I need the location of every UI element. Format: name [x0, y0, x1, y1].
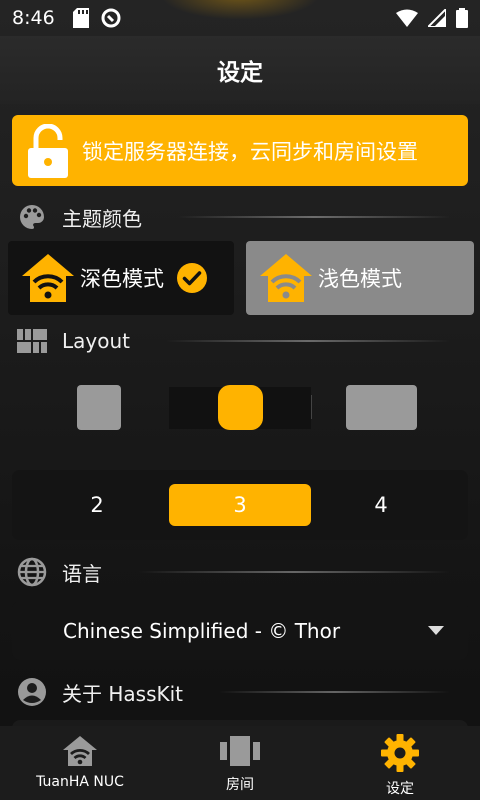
- theme-section-label: 主题颜色: [62, 206, 142, 231]
- house-wifi-icon: [258, 250, 314, 306]
- account-circle-icon: [16, 677, 48, 707]
- light-mode-option[interactable]: 浅色模式: [246, 241, 474, 315]
- about-section-header: 关于 HassKit: [16, 674, 468, 710]
- language-dropdown[interactable]: Chinese Simplified - © Thor: [12, 601, 468, 660]
- page-title: 设定: [0, 36, 480, 104]
- nav-item-home[interactable]: TuanHA NUC: [0, 726, 160, 800]
- about-section-label: 关于 HassKit: [62, 681, 184, 706]
- wifi-signal-icon: [396, 9, 418, 27]
- palette-icon: [16, 203, 48, 231]
- language-section-header: 语言: [16, 554, 468, 590]
- gear-icon: [381, 734, 419, 772]
- language-section-label: 语言: [62, 561, 102, 586]
- section-divider: [178, 216, 450, 218]
- battery-icon: [456, 8, 468, 28]
- column-option-2[interactable]: 2: [26, 484, 168, 526]
- lock-settings-button[interactable]: 锁定服务器连接，云同步和房间设置: [12, 115, 468, 186]
- section-divider: [138, 571, 450, 573]
- globe-icon: [16, 557, 48, 587]
- status-bar: 8:46: [0, 0, 480, 36]
- nav-label-rooms: 房间: [226, 777, 254, 793]
- lock-open-icon: [26, 123, 70, 178]
- nav-item-settings[interactable]: 设定: [320, 726, 480, 800]
- theme-section-header: 主题颜色: [16, 199, 468, 235]
- layout-section-label: Layout: [62, 329, 130, 353]
- dark-mode-label: 深色模式: [80, 267, 164, 291]
- house-wifi-icon: [20, 250, 76, 306]
- dropdown-arrow-icon: [428, 625, 444, 636]
- column-option-3[interactable]: 3: [169, 484, 311, 526]
- data-saver-icon: [101, 8, 121, 28]
- sd-card-icon: [72, 8, 89, 28]
- dark-mode-option[interactable]: 深色模式: [8, 241, 234, 315]
- bottom-navigation: TuanHA NUC 房间 设定: [0, 726, 480, 800]
- layout-option-rounded[interactable]: [218, 385, 263, 430]
- layout-option-wide[interactable]: [346, 385, 417, 430]
- layout-section-header: Layout: [16, 323, 468, 359]
- status-right: [396, 8, 468, 28]
- nav-item-rooms[interactable]: 房间: [160, 726, 320, 800]
- app-screen: 8:46 设定 锁定服务器连接，云同步和房间设置 主题颜色 深色模式 浅色模式 …: [0, 0, 480, 800]
- layout-grid-icon: [16, 329, 48, 353]
- status-time: 8:46: [12, 7, 55, 29]
- nav-label-settings: 设定: [386, 781, 414, 797]
- lock-banner-label: 锁定服务器连接，云同步和房间设置: [82, 139, 418, 164]
- rooms-icon: [220, 734, 260, 768]
- house-wifi-icon: [62, 734, 98, 768]
- column-option-4[interactable]: 4: [310, 484, 452, 526]
- check-circle-icon: [176, 262, 208, 294]
- layout-divider: [311, 395, 312, 419]
- nav-label-home: TuanHA NUC: [36, 774, 124, 790]
- section-divider: [219, 691, 450, 693]
- column-count-selector: 2 3 4: [12, 470, 468, 540]
- layout-option-square[interactable]: [77, 385, 121, 430]
- light-mode-label: 浅色模式: [318, 267, 402, 291]
- section-divider: [166, 340, 450, 342]
- language-selected-value: Chinese Simplified - © Thor: [63, 618, 341, 643]
- cell-signal-icon: [428, 9, 446, 27]
